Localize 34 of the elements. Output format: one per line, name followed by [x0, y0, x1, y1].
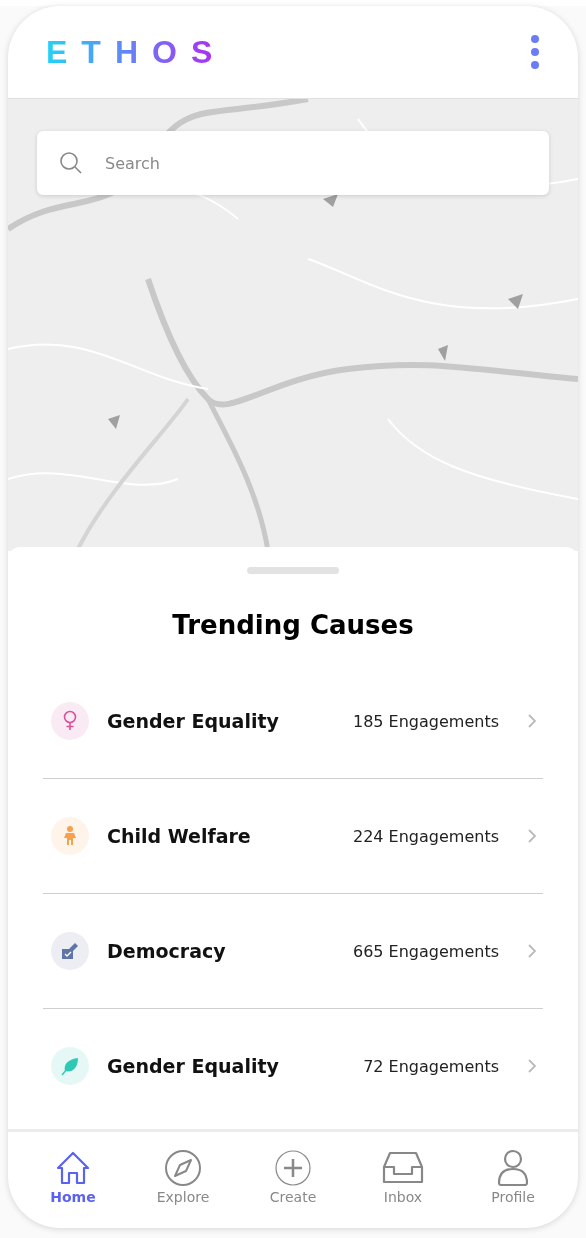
engagement-count: 72 Engagements — [363, 1056, 499, 1076]
compass-icon — [164, 1149, 202, 1187]
chevron-right-icon — [527, 943, 537, 959]
ballot-icon — [60, 941, 80, 961]
search-icon — [59, 151, 83, 175]
leaf-icon — [60, 1056, 80, 1076]
cause-row[interactable]: Democracy 665 Engagements — [43, 894, 543, 1009]
female-symbol-icon — [62, 710, 78, 732]
nav-tab[interactable]: Explore — [138, 1149, 228, 1205]
chevron-right-icon — [527, 828, 537, 844]
cause-row[interactable]: Gender Equality 185 Engagements — [43, 664, 543, 779]
cause-row[interactable]: Gender Equality 72 Engagements — [43, 1009, 543, 1123]
engagement-count: 224 Engagements — [353, 826, 499, 846]
user-icon — [496, 1149, 530, 1187]
nav-tab[interactable]: Home — [28, 1149, 118, 1205]
section-title: Trending Causes — [172, 610, 414, 640]
engagement-count: 185 Engagements — [353, 711, 499, 731]
child-icon — [62, 825, 78, 847]
nav-tab[interactable]: Profile — [468, 1149, 558, 1205]
cause-name: Child Welfare — [107, 825, 252, 847]
cause-name: Democracy — [107, 940, 227, 962]
nav-tab[interactable]: Inbox — [358, 1149, 448, 1205]
chevron-right-icon — [527, 713, 537, 729]
plus-icon — [274, 1149, 312, 1187]
cause-name: Gender Equality — [107, 710, 280, 732]
more-menu-icon[interactable] — [530, 34, 540, 70]
search-field[interactable]: Search — [37, 131, 549, 195]
chevron-right-icon — [527, 1058, 537, 1074]
home-icon — [54, 1149, 92, 1187]
engagement-count: 665 Engagements — [353, 941, 499, 961]
cause-name: Gender Equality — [107, 1055, 280, 1077]
cause-row[interactable]: Child Welfare 224 Engagements — [43, 779, 543, 894]
drag-handle[interactable] — [247, 567, 339, 574]
nav-tab[interactable]: Create — [248, 1149, 338, 1205]
